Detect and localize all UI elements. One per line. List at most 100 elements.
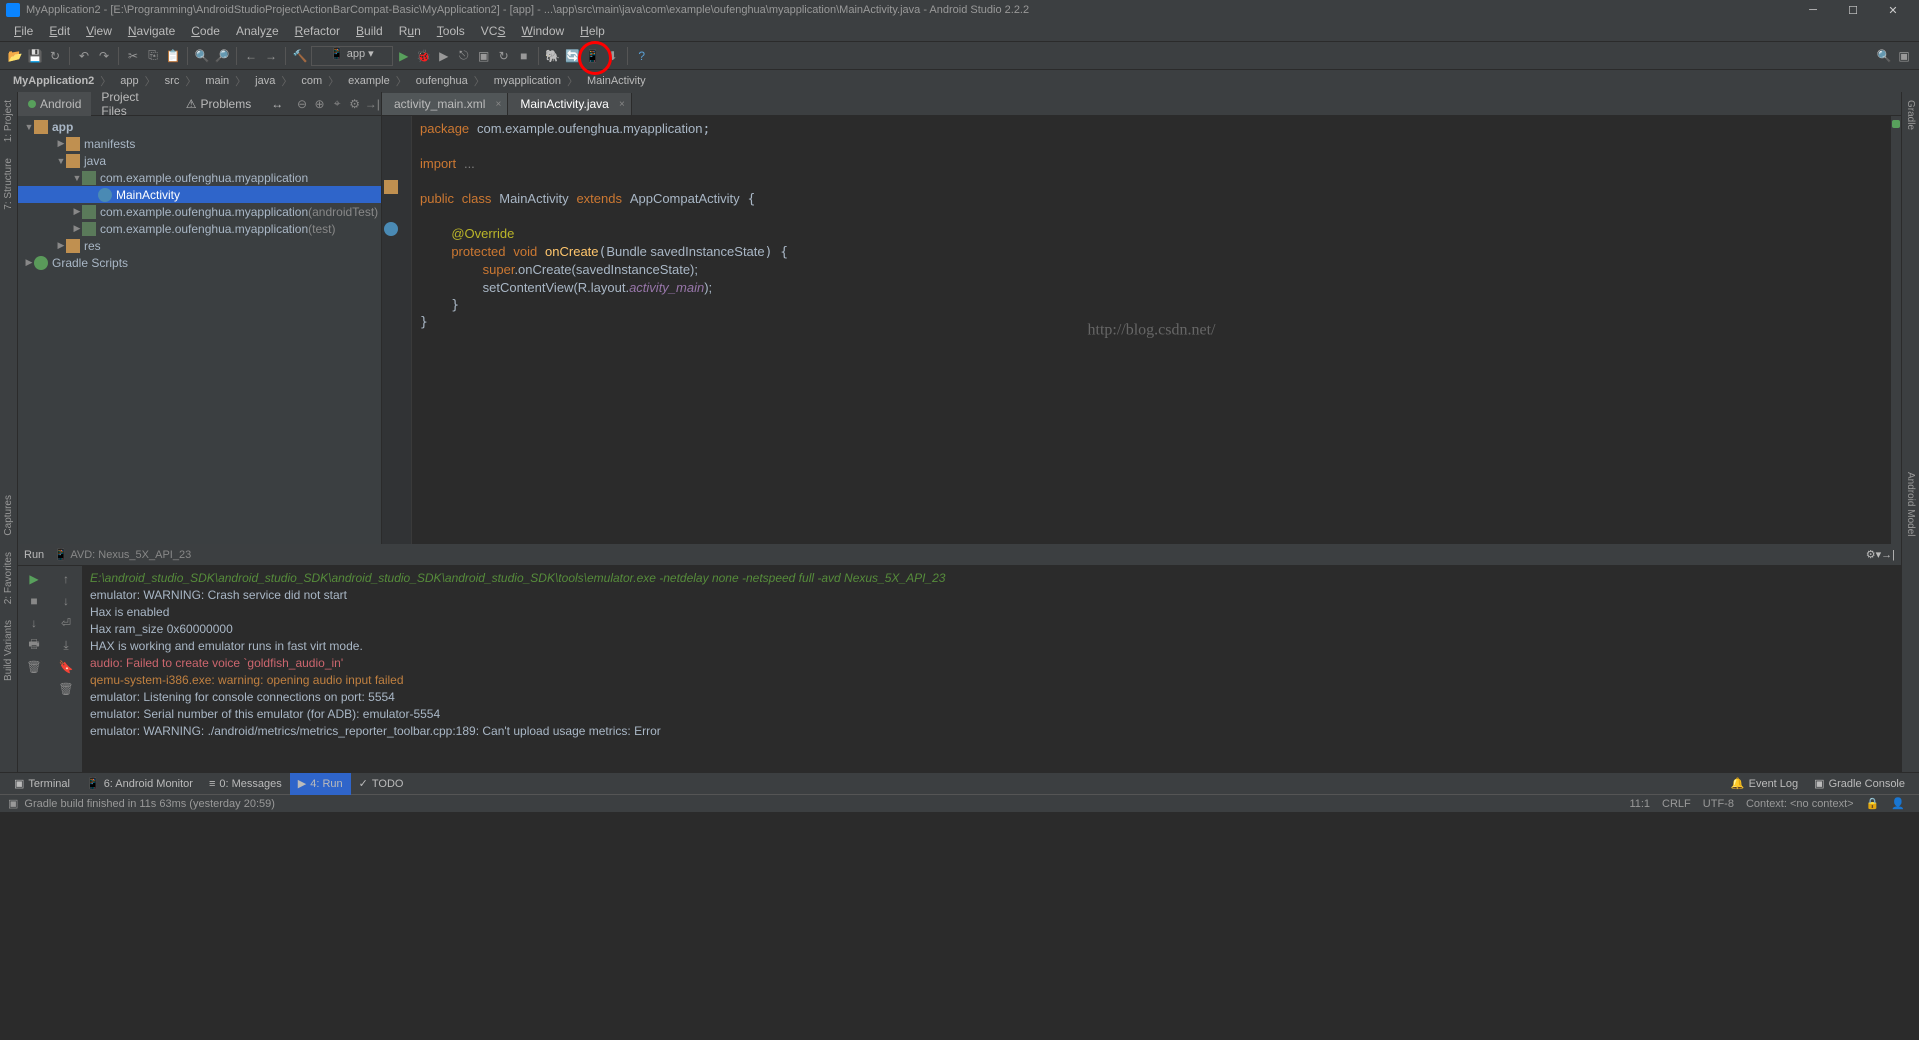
tree-node[interactable]: ▶com.example.oufenghua.myapplication (te… xyxy=(18,220,381,237)
override-gutter-icon[interactable] xyxy=(384,180,398,194)
terminal-button[interactable]: ▣ Terminal xyxy=(6,773,78,795)
close-icon[interactable]: × xyxy=(619,99,625,110)
coverage-icon[interactable]: ▣ xyxy=(475,47,493,65)
breadcrumb-item[interactable]: MyApplication2 xyxy=(6,75,98,87)
todo-button[interactable]: ✓ TODO xyxy=(351,773,412,795)
breadcrumb-item[interactable]: oufenghua xyxy=(409,75,472,87)
copy-icon[interactable]: ⎘ xyxy=(144,47,162,65)
status-icon[interactable]: ▣ xyxy=(8,797,18,810)
messages-button[interactable]: ≡ 0: Messages xyxy=(201,773,290,795)
breadcrumb-item[interactable]: src xyxy=(158,75,184,87)
tree-node[interactable]: MainActivity xyxy=(18,186,381,203)
menu-file[interactable]: File xyxy=(6,20,41,42)
menu-run[interactable]: Run xyxy=(391,20,429,42)
android-model-tool-button[interactable]: Android Model xyxy=(1903,464,1918,544)
maximize-button[interactable]: ☐ xyxy=(1833,0,1873,20)
gutter[interactable] xyxy=(382,116,412,544)
close-icon[interactable]: × xyxy=(496,99,502,110)
target-icon[interactable]: ⌖ xyxy=(328,96,346,111)
attach-icon[interactable]: ⎋ xyxy=(455,47,473,65)
breadcrumb-item[interactable]: com xyxy=(294,75,326,87)
tab-problems[interactable]: ⚠Problems xyxy=(176,92,261,116)
captures-tool-button[interactable]: Captures xyxy=(1,487,16,544)
breadcrumb-item[interactable]: main xyxy=(198,75,233,87)
caret-position[interactable]: 11:1 xyxy=(1623,798,1656,810)
undo-icon[interactable]: ↶ xyxy=(75,47,93,65)
up-icon[interactable]: ↑ xyxy=(57,570,75,588)
sync-icon[interactable]: ↻ xyxy=(46,47,64,65)
sdk-manager-icon[interactable]: ⬇ xyxy=(604,47,622,65)
file-encoding[interactable]: UTF-8 xyxy=(1697,798,1740,810)
tree-node[interactable]: ▶com.example.oufenghua.myapplication (an… xyxy=(18,203,381,220)
clear-icon[interactable]: 🗑 xyxy=(25,658,43,676)
print-icon[interactable]: 🖶 xyxy=(25,636,43,654)
menu-edit[interactable]: Edit xyxy=(41,20,78,42)
gradle-tool-button[interactable]: Gradle xyxy=(1903,92,1918,138)
menu-analyze[interactable]: Analyze xyxy=(228,20,287,42)
back-icon[interactable]: ← xyxy=(242,47,260,65)
hide-icon[interactable]: →| xyxy=(363,97,381,111)
run-hide-icon[interactable]: →| xyxy=(1881,549,1895,561)
expand-icon[interactable]: ⊕ xyxy=(311,97,329,111)
search-everywhere-icon[interactable]: 🔍 xyxy=(1875,47,1893,65)
find-icon[interactable]: 🔍 xyxy=(193,47,211,65)
down-icon[interactable]: ↓ xyxy=(25,614,43,632)
code-viewport[interactable]: package com.example.oufenghua.myapplicat… xyxy=(412,116,1891,544)
tab-project-files[interactable]: Project Files xyxy=(91,92,175,116)
breadcrumb-item[interactable]: app xyxy=(113,75,142,87)
android-monitor-button[interactable]: 📱 6: Android Monitor xyxy=(78,773,201,795)
menu-refactor[interactable]: Refactor xyxy=(287,20,348,42)
hector-icon[interactable]: 👤 xyxy=(1885,797,1911,810)
forward-icon[interactable]: → xyxy=(262,47,280,65)
menu-build[interactable]: Build xyxy=(348,20,391,42)
tab-android[interactable]: Android xyxy=(18,92,91,116)
redo-icon[interactable]: ↷ xyxy=(95,47,113,65)
menu-vcs[interactable]: VCS xyxy=(473,20,514,42)
avd-manager-icon[interactable]: 📱 xyxy=(584,47,602,65)
scroll-icon[interactable]: ⤓ xyxy=(57,636,75,654)
rerun-icon[interactable]: ↻ xyxy=(495,47,513,65)
breadcrumb-item[interactable]: MainActivity xyxy=(580,75,650,87)
open-icon[interactable]: 📂 xyxy=(6,47,24,65)
debug-icon[interactable]: 🐞 xyxy=(415,47,433,65)
run-button[interactable]: ▶ 4: Run xyxy=(290,773,351,795)
down2-icon[interactable]: ↓ xyxy=(57,592,75,610)
replace-icon[interactable]: 🔎 xyxy=(213,47,231,65)
event-log-button[interactable]: 🔔 Event Log xyxy=(1723,773,1806,795)
collapse-icon[interactable]: ⊖ xyxy=(293,97,311,111)
menu-code[interactable]: Code xyxy=(183,20,228,42)
build-variants-tool-button[interactable]: Build Variants xyxy=(1,612,16,689)
run-config-select[interactable]: 📱 app ▾ xyxy=(311,46,393,66)
tree-node-app[interactable]: ▼app xyxy=(18,118,381,135)
tab-activity-main-xml[interactable]: activity_main.xml× xyxy=(382,93,508,115)
settings-gear-icon[interactable]: ⚙ xyxy=(346,97,364,111)
context-label[interactable]: Context: <no context> xyxy=(1740,798,1860,810)
breadcrumb-item[interactable]: example xyxy=(341,75,394,87)
implements-gutter-icon[interactable] xyxy=(384,222,398,236)
paste-icon[interactable]: 📋 xyxy=(164,47,182,65)
minimize-button[interactable]: ─ xyxy=(1793,0,1833,20)
tree-node-gradle[interactable]: ▶Gradle Scripts xyxy=(18,254,381,271)
run-settings-icon[interactable]: ⚙▾ xyxy=(1866,548,1881,561)
structure-tool-button[interactable]: 7: Structure xyxy=(1,150,16,218)
run-icon[interactable]: ▶ xyxy=(395,47,413,65)
tab-more[interactable]: ↔ xyxy=(261,92,293,116)
editor-body[interactable]: package com.example.oufenghua.myapplicat… xyxy=(382,116,1901,544)
menu-window[interactable]: Window xyxy=(513,20,572,42)
profile-icon[interactable]: ▶ xyxy=(435,47,453,65)
breadcrumb-item[interactable]: myapplication xyxy=(487,75,565,87)
menu-navigate[interactable]: Navigate xyxy=(120,20,183,42)
rerun-icon[interactable]: ▶ xyxy=(25,570,43,588)
console-output[interactable]: E:\android_studio_SDK\android_studio_SDK… xyxy=(82,566,1901,772)
save-icon[interactable]: 💾 xyxy=(26,47,44,65)
scrollbar-marker[interactable] xyxy=(1891,116,1901,544)
favorites-tool-button[interactable]: 2: Favorites xyxy=(1,544,16,612)
lock-icon[interactable]: 🔒 xyxy=(1860,797,1886,810)
stop-icon[interactable]: ■ xyxy=(515,47,533,65)
gradle-icon[interactable]: 🐘 xyxy=(544,47,562,65)
menu-tools[interactable]: Tools xyxy=(429,20,473,42)
trash-icon[interactable]: 🗑 xyxy=(57,680,75,698)
build-icon[interactable]: 🔨 xyxy=(291,47,309,65)
tab-mainactivity-java[interactable]: MainActivity.java× xyxy=(508,93,631,115)
cut-icon[interactable]: ✂ xyxy=(124,47,142,65)
